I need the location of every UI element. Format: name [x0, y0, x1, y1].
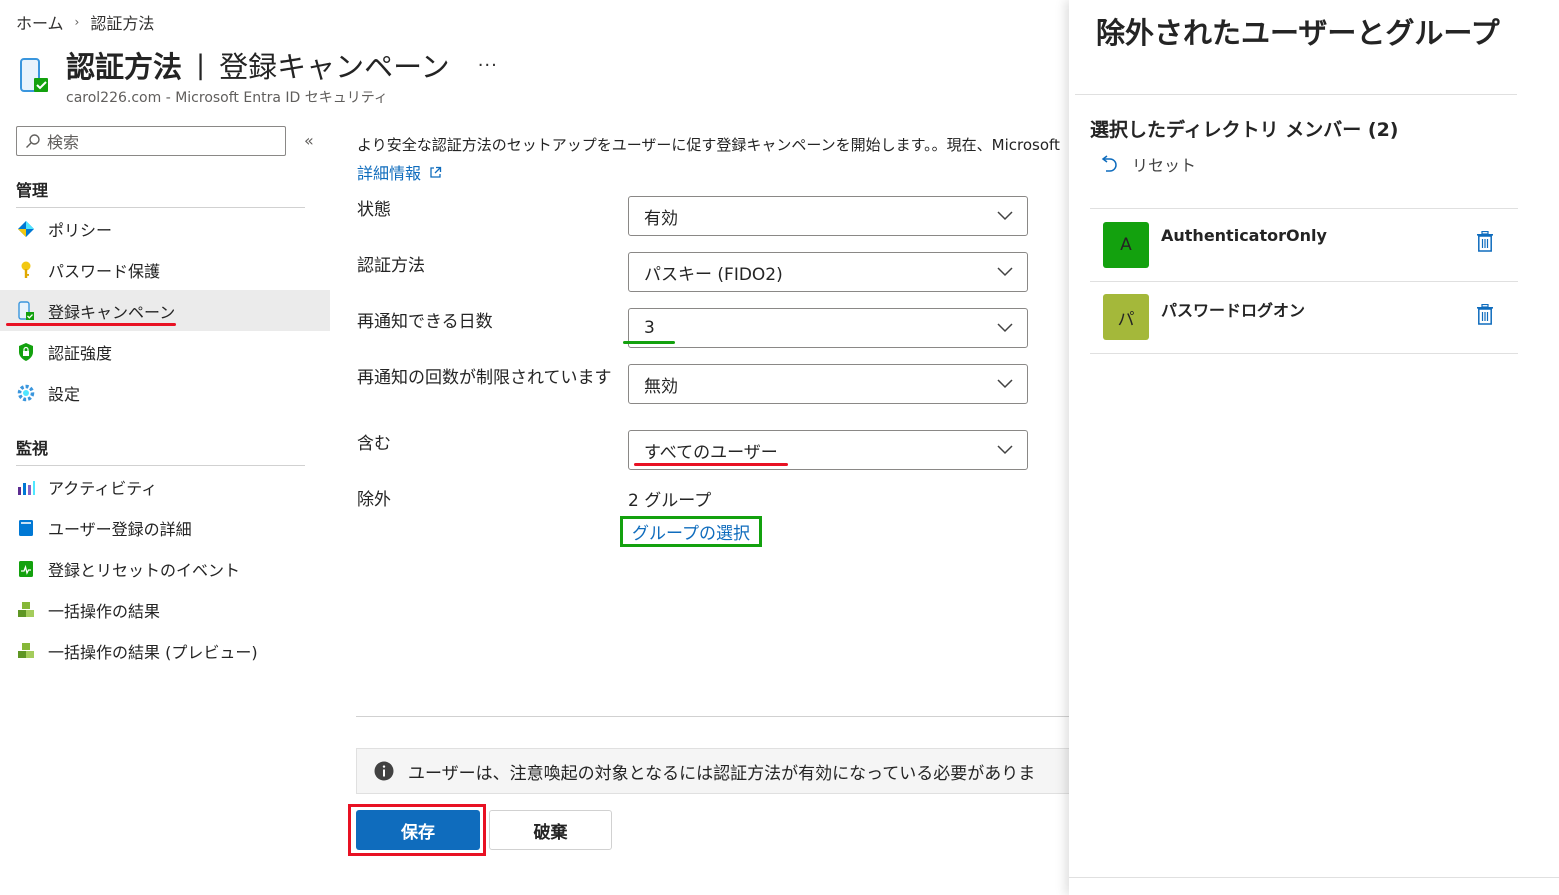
include-label: 含む: [357, 434, 391, 454]
panel-divider: [1075, 94, 1517, 95]
cubes-icon: [16, 641, 36, 661]
page-title-sub: 登録キャンペーン: [219, 50, 450, 84]
reset-label: リセット: [1132, 156, 1197, 175]
auth-method-value: パスキー (FIDO2): [644, 264, 783, 285]
campaign-description: より安全な認証方法のセットアップをユーザーに促す登録キャンペーンを開始します。。…: [357, 136, 1060, 154]
policy-icon: [16, 219, 36, 239]
breadcrumb-home[interactable]: ホーム: [16, 10, 64, 34]
delete-icon[interactable]: [1476, 231, 1494, 252]
member-divider: [1090, 208, 1518, 209]
excluded-users-panel: 除外されたユーザーとグループ 選択したディレクトリ メンバー (2) リセット …: [1069, 0, 1559, 895]
collapse-sidebar-button[interactable]: «: [304, 131, 314, 150]
exclude-count: 2 グループ: [628, 491, 712, 511]
state-label: 状態: [357, 200, 391, 220]
sidebar-item-label: 設定: [48, 384, 81, 404]
auth-method-dropdown[interactable]: パスキー (FIDO2): [628, 252, 1028, 292]
exclude-label: 除外: [357, 490, 391, 510]
avatar: A: [1103, 222, 1149, 268]
sidebar-item-label: 一括操作の結果 (プレビュー): [48, 642, 258, 662]
state-value: 有効: [644, 208, 678, 229]
member-name: パスワードログオン: [1161, 301, 1306, 320]
highlight-underline: [634, 463, 788, 466]
include-value: すべてのユーザー: [644, 442, 778, 463]
chevron-down-icon: [997, 211, 1013, 221]
sidebar-item-policy[interactable]: ポリシー: [0, 208, 330, 249]
breadcrumb: ホーム › 認証方法: [16, 10, 154, 34]
snooze-days-label: 再通知できる日数: [357, 312, 493, 332]
learn-more-link[interactable]: 詳細情報: [357, 160, 442, 184]
phone-check-icon: [16, 300, 36, 321]
sidebar-item-bulk-results[interactable]: 一括操作の結果: [0, 589, 330, 630]
activity-log-icon: [16, 559, 36, 579]
avatar: パ: [1103, 294, 1149, 340]
search-placeholder: 検索: [47, 133, 80, 152]
info-message-bar: ユーザーは、注意喚起の対象となるには認証方法が有効になっている必要がありま: [356, 748, 1070, 794]
section-heading-monitor: 監視: [16, 439, 49, 458]
cubes-icon: [16, 600, 36, 620]
bar-chart-icon: [16, 477, 36, 497]
snooze-days-dropdown[interactable]: 3: [628, 308, 1028, 348]
chevron-down-icon: [997, 379, 1013, 389]
panel-title: 除外されたユーザーとグループ: [1096, 16, 1500, 50]
state-dropdown[interactable]: 有効: [628, 196, 1028, 236]
learn-more-label: 詳細情報: [357, 164, 422, 183]
sidebar-item-auth-strength[interactable]: 認証強度: [0, 331, 330, 372]
select-groups-link[interactable]: グループの選択: [620, 516, 762, 547]
limited-snooze-value: 無効: [644, 376, 678, 397]
limited-snooze-dropdown[interactable]: 無効: [628, 364, 1028, 404]
page-title: 認証方法 | 登録キャンペーン ···: [66, 44, 498, 86]
section-heading-manage: 管理: [16, 181, 49, 200]
delete-icon[interactable]: [1476, 304, 1494, 325]
breadcrumb-separator: ›: [74, 15, 80, 29]
page-title-separator: |: [196, 49, 206, 81]
info-icon: [374, 761, 394, 781]
chevron-down-icon: [997, 267, 1013, 277]
sidebar-item-label: ポリシー: [48, 220, 113, 240]
shield-lock-icon: [16, 342, 36, 362]
highlight-underline: [623, 341, 675, 344]
member-name: AuthenticatorOnly: [1161, 226, 1327, 245]
reset-button[interactable]: リセット: [1100, 152, 1196, 176]
selected-members-heading: 選択したディレクトリ メンバー (2): [1090, 119, 1399, 141]
external-link-icon: [430, 166, 442, 178]
sidebar-item-label: ユーザー登録の詳細: [48, 519, 192, 539]
panel-divider: [1069, 877, 1559, 878]
book-icon: [16, 518, 36, 538]
sidebar-item-bulk-results-preview[interactable]: 一括操作の結果 (プレビュー): [0, 630, 330, 671]
chevron-down-icon: [997, 323, 1013, 333]
sidebar-item-label: 認証強度: [48, 343, 113, 363]
chevron-down-icon: [997, 445, 1013, 455]
sidebar-item-label: 一括操作の結果: [48, 601, 161, 621]
sidebar-item-label: アクティビティ: [48, 478, 158, 498]
sidebar-item-label: 登録とリセットのイベント: [48, 560, 241, 580]
more-options-button[interactable]: ···: [478, 55, 498, 76]
sidebar-item-password-protection[interactable]: パスワード保護: [0, 249, 330, 290]
gear-icon: [16, 383, 36, 403]
page-title-main: 認証方法: [66, 50, 183, 84]
highlight-underline: [6, 323, 176, 326]
save-button[interactable]: 保存: [356, 810, 480, 850]
sidebar-item-label: パスワード保護: [48, 261, 161, 281]
sidebar-item-activity[interactable]: アクティビティ: [0, 466, 330, 507]
sidebar-item-label: 登録キャンペーン: [48, 302, 176, 322]
sidebar-item-registration-reset-events[interactable]: 登録とリセットのイベント: [0, 548, 330, 589]
info-message: ユーザーは、注意喚起の対象となるには認証方法が有効になっている必要がありま: [408, 763, 1036, 784]
tenant-subtitle: carol226.com - Microsoft Entra ID セキュリティ: [66, 90, 388, 106]
footer-divider: [356, 716, 1070, 717]
key-icon: [16, 260, 36, 280]
search-icon: [26, 134, 40, 148]
sidebar-item-settings[interactable]: 設定: [0, 372, 330, 413]
sidebar-item-user-registration-details[interactable]: ユーザー登録の詳細: [0, 507, 330, 548]
snooze-days-value: 3: [644, 318, 655, 338]
auth-method-label: 認証方法: [357, 256, 425, 276]
undo-icon: [1101, 155, 1117, 172]
discard-button[interactable]: 破棄: [489, 810, 612, 850]
member-divider: [1090, 353, 1518, 354]
limited-snooze-label: 再通知の回数が制限されています: [357, 368, 612, 388]
breadcrumb-current[interactable]: 認証方法: [90, 10, 154, 34]
search-input[interactable]: 検索: [16, 126, 286, 156]
phone-check-icon: [20, 58, 48, 92]
member-divider: [1090, 281, 1518, 282]
